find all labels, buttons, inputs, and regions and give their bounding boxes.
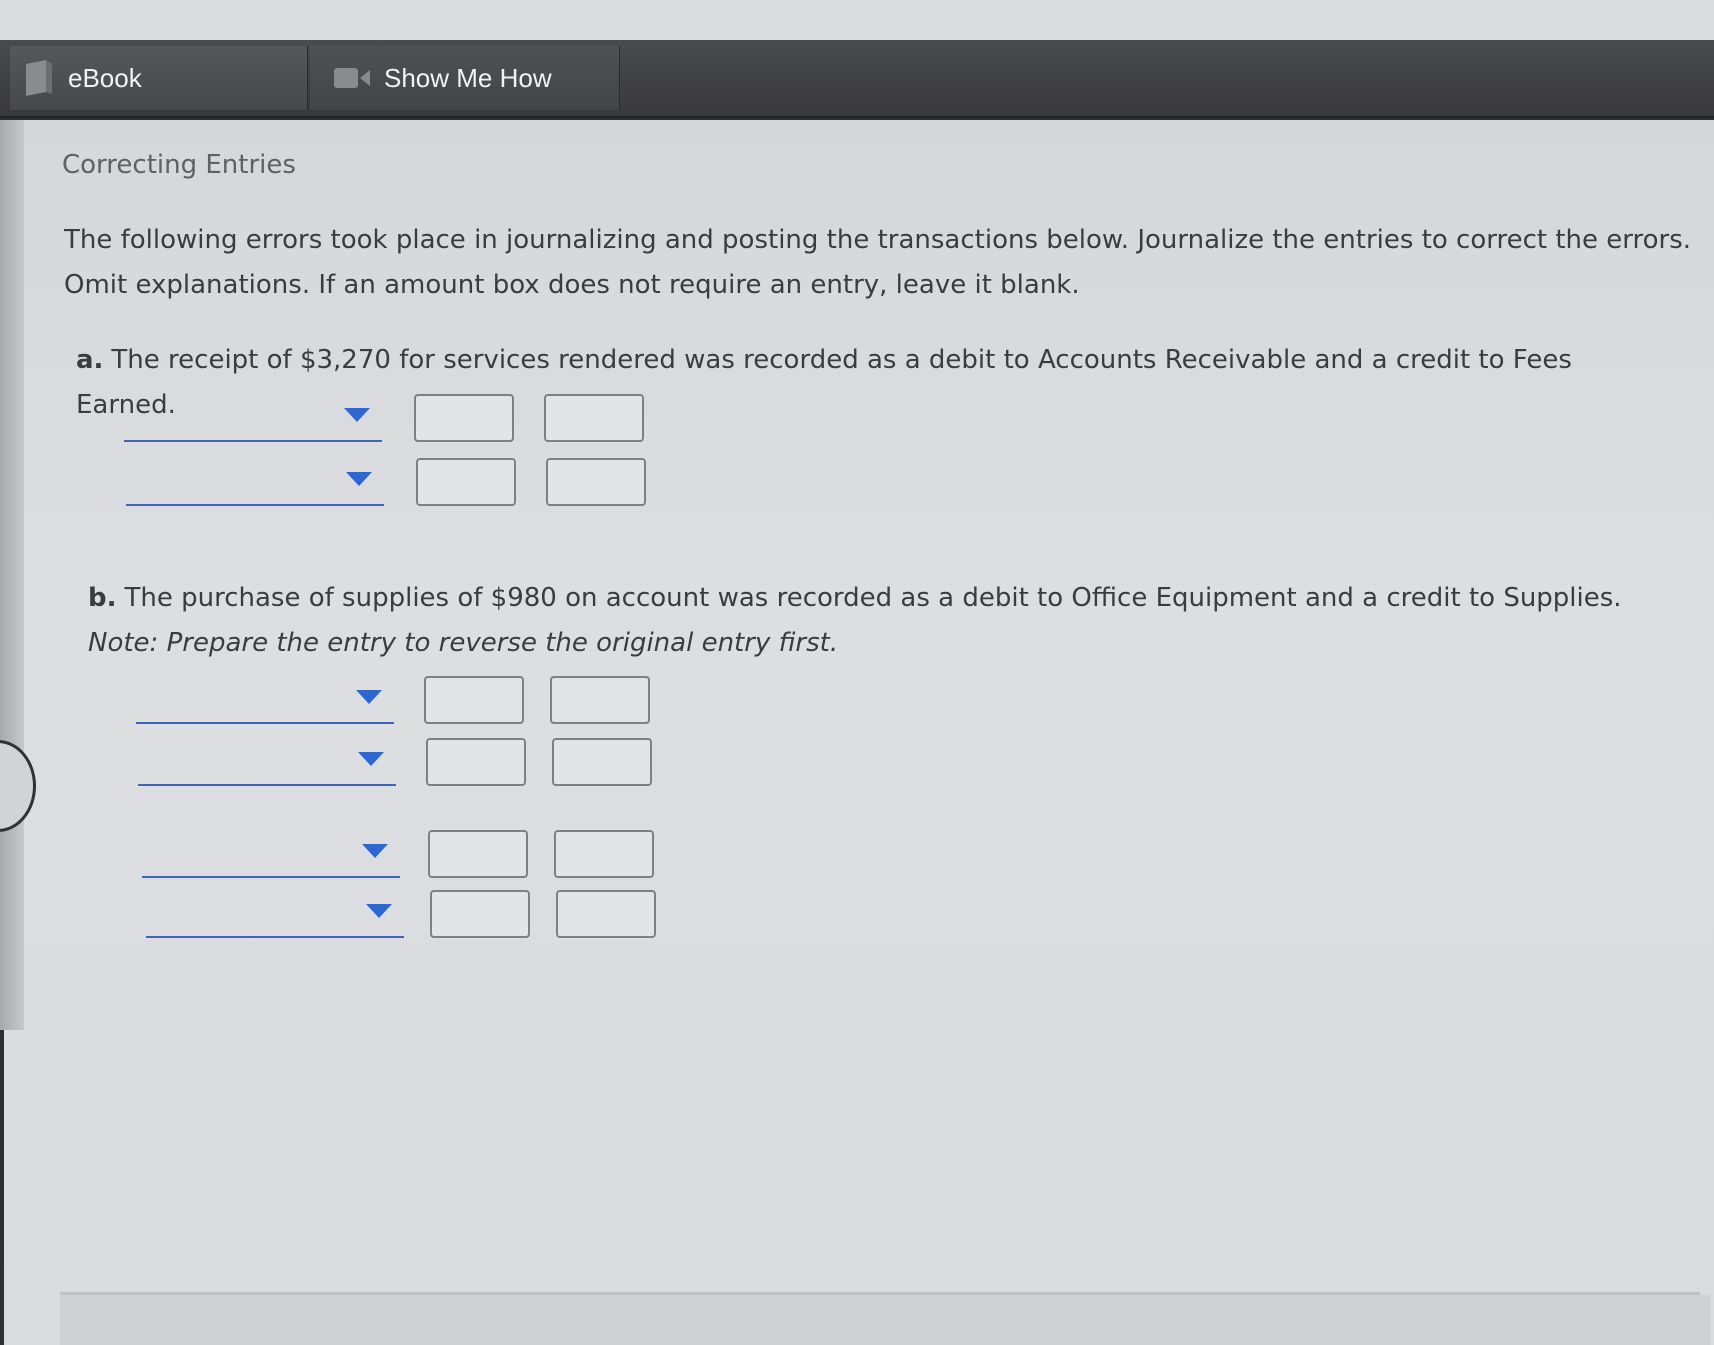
- show-me-how-label: Show Me How: [384, 62, 552, 93]
- dropdown-caret-icon: [362, 844, 388, 858]
- debit-amount-input[interactable]: [424, 676, 524, 724]
- account-dropdown[interactable]: [136, 684, 394, 724]
- credit-amount-input[interactable]: [556, 890, 656, 938]
- credit-amount-input[interactable]: [554, 830, 654, 878]
- debit-amount-input[interactable]: [428, 830, 528, 878]
- credit-amount-input[interactable]: [544, 394, 644, 442]
- account-dropdown[interactable]: [138, 746, 396, 786]
- question-a-letter: a.: [76, 345, 104, 375]
- ebook-button[interactable]: eBook: [10, 46, 308, 110]
- credit-amount-input[interactable]: [552, 738, 652, 786]
- account-dropdown[interactable]: [124, 402, 382, 442]
- debit-amount-input[interactable]: [430, 890, 530, 938]
- question-b: b. The purchase of supplies of $980 on ac…: [88, 576, 1688, 666]
- debit-amount-input[interactable]: [414, 394, 514, 442]
- debit-amount-input[interactable]: [416, 458, 516, 506]
- ebook-icon: [26, 60, 52, 96]
- instructions: The following errors took place in journ…: [64, 225, 1692, 300]
- problem-title: Correcting Entries: [62, 150, 296, 180]
- account-dropdown[interactable]: [146, 898, 404, 938]
- show-me-how-button[interactable]: Show Me How: [310, 46, 620, 110]
- ebook-label: eBook: [68, 62, 142, 93]
- video-icon: [334, 68, 370, 88]
- browser-top-strip: [0, 0, 1714, 40]
- dropdown-caret-icon: [358, 752, 384, 766]
- account-dropdown[interactable]: [126, 466, 384, 506]
- question-b-text: The purchase of supplies of $980 on acco…: [124, 583, 1622, 613]
- credit-amount-input[interactable]: [550, 676, 650, 724]
- note-label: Note:: [88, 628, 159, 658]
- question-b-letter: b.: [88, 583, 117, 613]
- dropdown-caret-icon: [344, 408, 370, 422]
- dropdown-caret-icon: [366, 904, 392, 918]
- dropdown-caret-icon: [356, 690, 382, 704]
- dropdown-caret-icon: [346, 472, 372, 486]
- toolbar: eBook Show Me How: [0, 40, 1714, 118]
- account-dropdown[interactable]: [142, 838, 400, 878]
- left-edge-shade: [0, 120, 24, 1030]
- debit-amount-input[interactable]: [426, 738, 526, 786]
- footer-bar: [60, 1295, 1710, 1345]
- note-text: Prepare the entry to reverse the origina…: [166, 628, 839, 658]
- credit-amount-input[interactable]: [546, 458, 646, 506]
